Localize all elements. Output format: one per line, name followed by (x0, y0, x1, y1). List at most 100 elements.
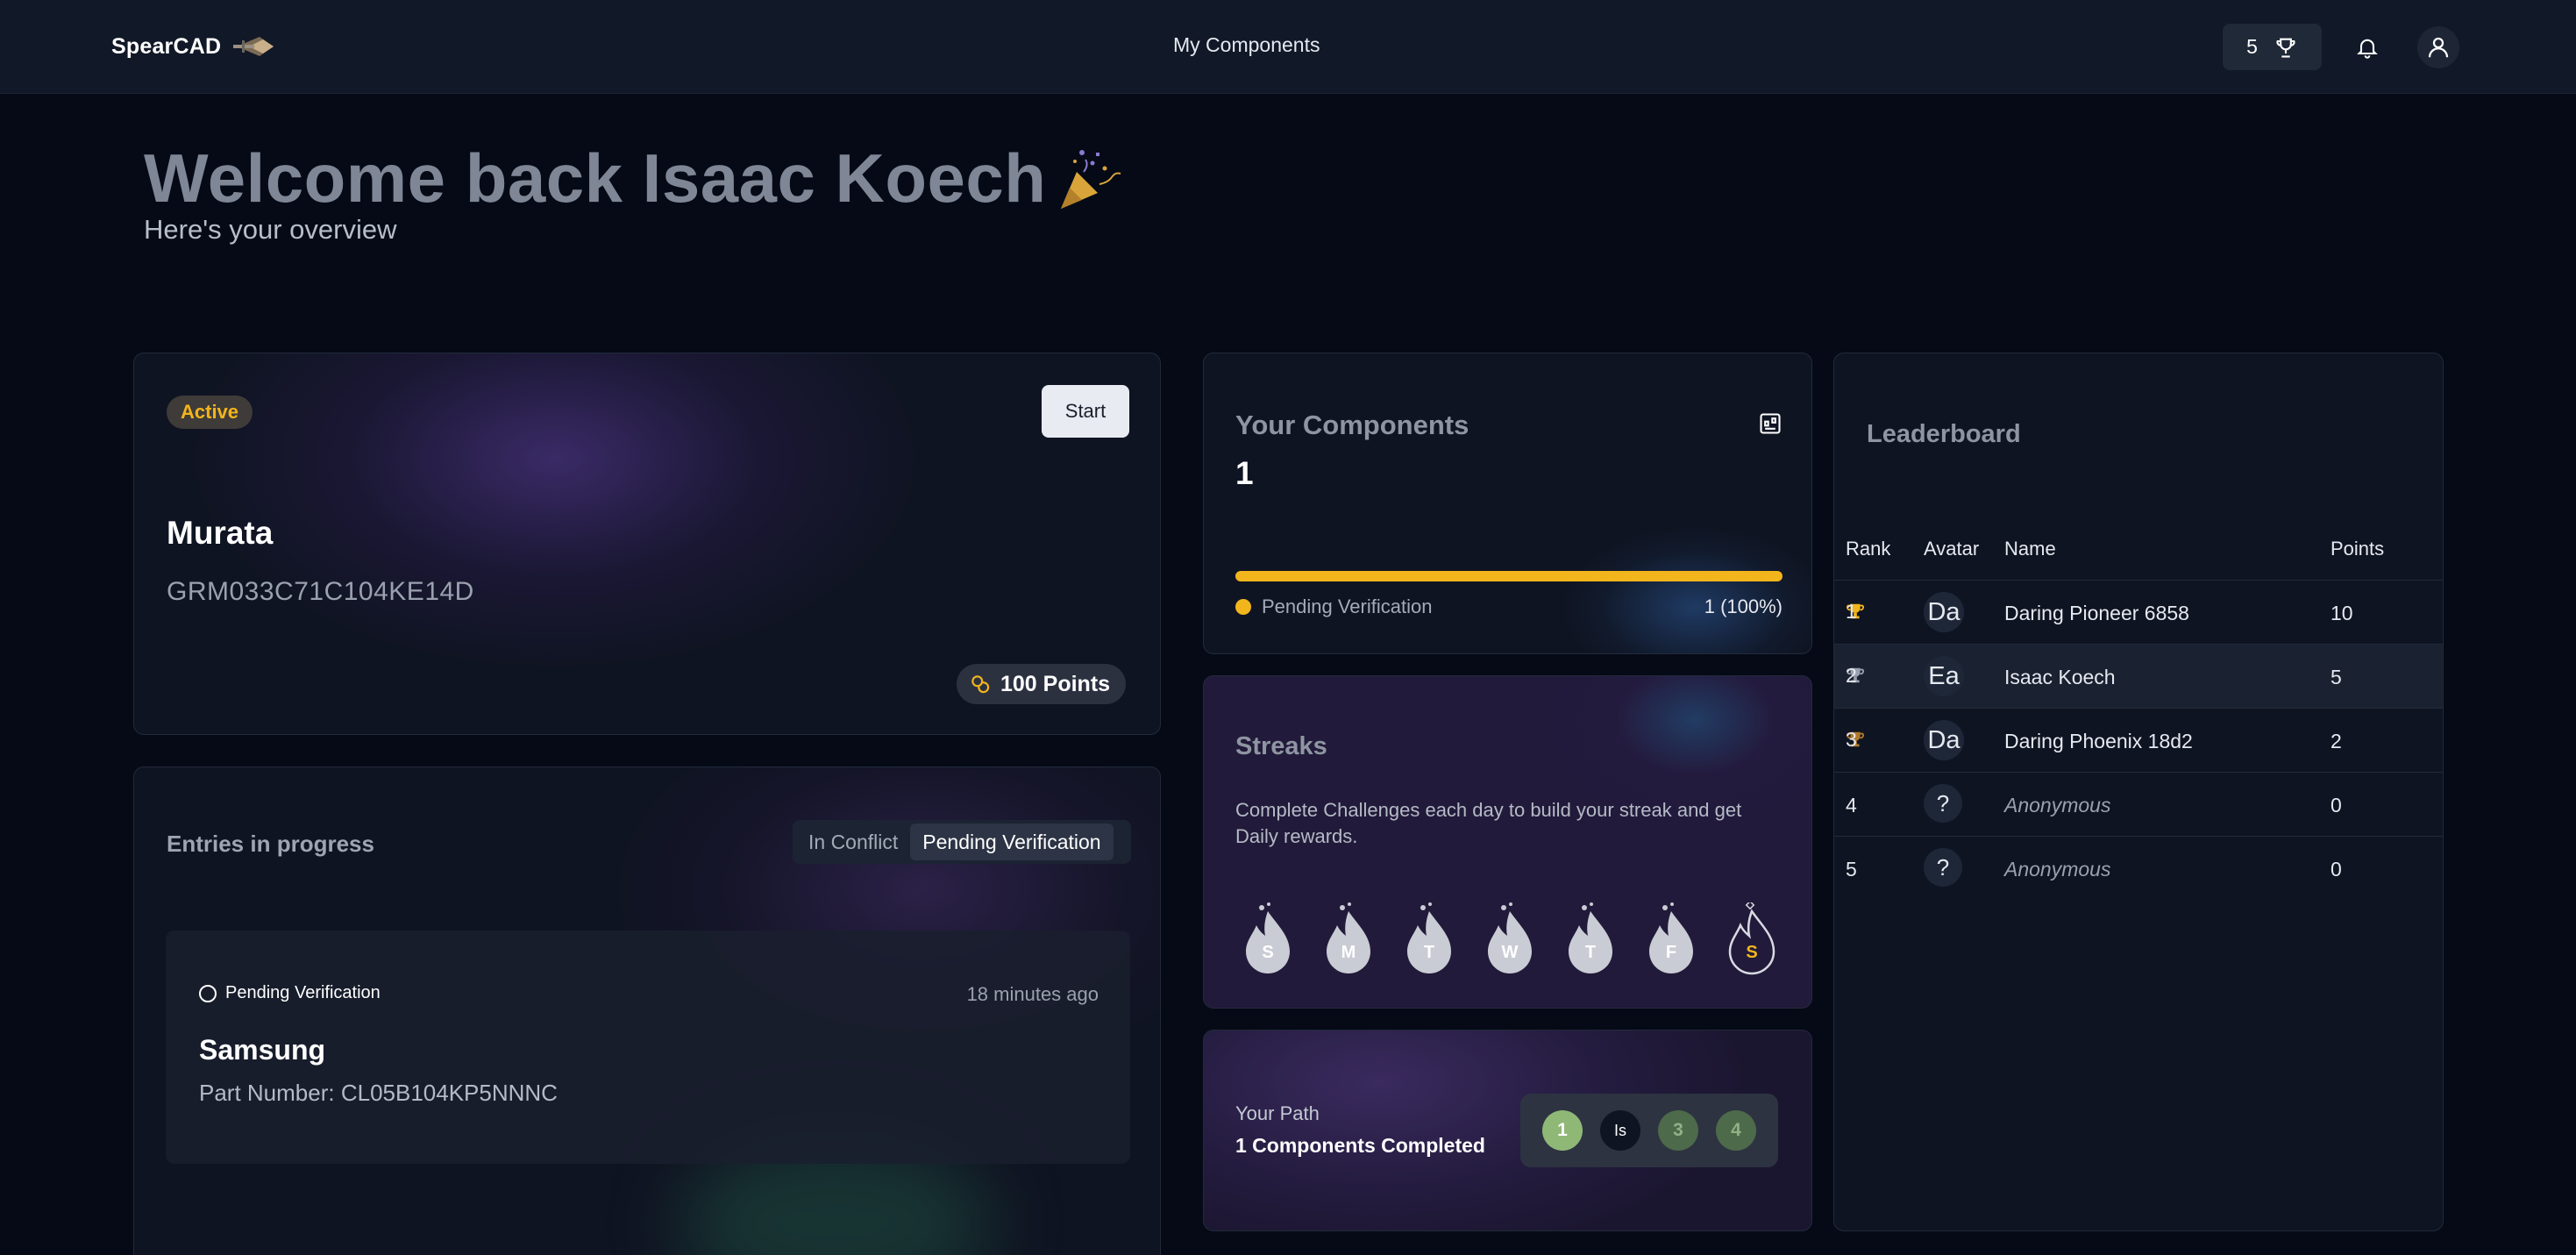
points-chip[interactable]: 5 (2223, 24, 2322, 70)
flame-icon (1246, 902, 1290, 973)
player-points: 10 (2330, 602, 2353, 624)
player-name: Isaac Koech (2004, 666, 2116, 688)
streak-day-flame: W (1484, 902, 1535, 976)
path-subtitle: 1 Components Completed (1235, 1134, 1485, 1157)
tab-in-conflict[interactable]: In Conflict (796, 824, 910, 860)
path-step: 1 (1542, 1110, 1583, 1151)
player-points: 2 (2330, 730, 2342, 752)
streak-day-letter: S (1746, 943, 1758, 962)
header-name: Name (2004, 538, 2056, 560)
progress-legend: Pending Verification 1 (100%) (1235, 595, 1783, 618)
player-name: Daring Pioneer 6858 (2004, 602, 2189, 624)
path-step: 4 (1716, 1110, 1756, 1151)
streak-day-letter: M (1341, 943, 1356, 962)
rank-value: 5 (1846, 858, 1857, 881)
brand-name: SpearCAD (111, 33, 222, 59)
legend-value: 1 (100%) (1704, 595, 1783, 617)
table-row[interactable]: 5 ? Anonymous 0 (1834, 836, 2443, 900)
leaderboard-card: Leaderboard Rank Avatar Name Points 1 Da… (1833, 353, 2444, 1231)
streak-days: S M T W T F S (1242, 900, 1777, 976)
path-label: Your Path (1235, 1102, 1320, 1124)
streaks-title: Streaks (1235, 732, 1327, 760)
streaks-card: Streaks Complete Challenges each day to … (1203, 675, 1812, 1009)
entry-timestamp: 18 minutes ago (966, 983, 1099, 1005)
rank-value: 1 (1846, 599, 1857, 623)
entry-manufacturer: Samsung (199, 1034, 326, 1066)
leaderboard-header: Rank Avatar Name Points (1834, 538, 2443, 581)
trophy-icon (2276, 38, 2295, 58)
entries-title: Entries in progress (167, 831, 374, 857)
components-count: 1 (1235, 455, 1254, 491)
entry-status: Pending Verification (199, 983, 381, 1003)
progress-bar-fill (1235, 571, 1783, 581)
spear-logo-icon (233, 37, 274, 56)
active-component-card: Active Start Murata GRM033C71C104KE14D 1… (133, 353, 1161, 735)
flame-icon (1649, 902, 1693, 973)
rank-cell: 2 (1846, 663, 1865, 687)
points-reward-label: 100 Points (1000, 671, 1111, 696)
streak-day-flame: S (1242, 902, 1293, 976)
brand[interactable]: SpearCAD (111, 32, 277, 61)
user-icon (2428, 37, 2449, 58)
avatar: Da (1924, 720, 1964, 760)
leaderboard-title: Leaderboard (1867, 420, 2021, 448)
entries-filter-tabs: In Conflict Pending Verification (793, 820, 1131, 864)
streak-day-flame-today: S (1726, 900, 1777, 976)
entry-status-label: Pending Verification (225, 983, 381, 1002)
your-path-card: Your Path 1 Components Completed 1 Is 3 … (1203, 1030, 1812, 1231)
tab-pending-verification[interactable]: Pending Verification (910, 824, 1114, 860)
player-points: 0 (2330, 794, 2342, 816)
streak-day-flame: M (1323, 902, 1374, 976)
player-name: Anonymous (2004, 794, 2111, 816)
circle-icon (199, 984, 217, 1002)
page-title: Welcome back Isaac Koech (144, 139, 1047, 217)
entry-part-number: Part Number: CL05B104KP5NNNC (199, 1080, 558, 1106)
entries-in-progress-card: Entries in progress In Conflict Pending … (133, 767, 1161, 1255)
page-subtitle: Here's your overview (144, 214, 397, 245)
profile-button[interactable] (2417, 26, 2459, 68)
player-points: 5 (2330, 666, 2342, 688)
start-button[interactable]: Start (1042, 385, 1129, 438)
avatar: Ea (1924, 656, 1964, 696)
streak-day-letter: W (1501, 943, 1519, 962)
notifications-button[interactable] (2346, 26, 2388, 68)
streak-day-letter: T (1423, 943, 1435, 962)
points-reward-badge: 100 Points (957, 664, 1127, 704)
party-popper-icon (1061, 150, 1121, 209)
rank-value: 2 (1846, 663, 1857, 687)
table-row[interactable]: 3 Da Daring Phoenix 18d2 2 (1834, 708, 2443, 772)
legend-label: Pending Verification (1262, 595, 1433, 617)
top-navbar: SpearCAD My Components 5 (0, 0, 2576, 94)
status-badge: Active (167, 396, 253, 429)
streak-day-letter: T (1584, 943, 1597, 962)
your-components-card: Your Components 1 Pending Verification 1… (1203, 353, 1812, 654)
flame-icon (1488, 902, 1532, 973)
player-name: Daring Phoenix 18d2 (2004, 730, 2193, 752)
progress-bar (1235, 571, 1783, 581)
rank-cell: 3 (1846, 727, 1865, 751)
header-avatar: Avatar (1924, 538, 1980, 560)
avatar: ? (1924, 848, 1962, 887)
table-row[interactable]: 4 ? Anonymous 0 (1834, 772, 2443, 836)
flame-icon (1407, 902, 1451, 973)
component-part-number: GRM033C71C104KE14D (167, 577, 474, 606)
rank-value: 3 (1846, 727, 1857, 751)
component-manufacturer: Murata (167, 515, 274, 551)
flame-outline-icon (1728, 900, 1775, 975)
rank-cell: 1 (1846, 599, 1865, 623)
avatar: Da (1924, 592, 1964, 632)
flame-icon (1327, 902, 1370, 973)
your-components-title: Your Components (1235, 410, 1469, 440)
nav-my-components[interactable]: My Components (1173, 33, 1320, 57)
rank-value: 4 (1846, 794, 1857, 816)
table-row[interactable]: 2 Ea Isaac Koech 5 (1834, 644, 2443, 708)
header-rank: Rank (1846, 538, 1891, 560)
streak-day-flame: F (1646, 902, 1697, 976)
table-row[interactable]: 1 Da Daring Pioneer 6858 10 (1834, 580, 2443, 644)
streak-day-letter: S (1262, 943, 1274, 962)
bell-icon (2357, 39, 2378, 59)
chart-icon[interactable] (1758, 411, 1783, 436)
list-item[interactable]: Pending Verification 18 minutes ago Sams… (166, 931, 1130, 1164)
player-name: Anonymous (2004, 858, 2111, 881)
coins-icon (971, 675, 990, 694)
